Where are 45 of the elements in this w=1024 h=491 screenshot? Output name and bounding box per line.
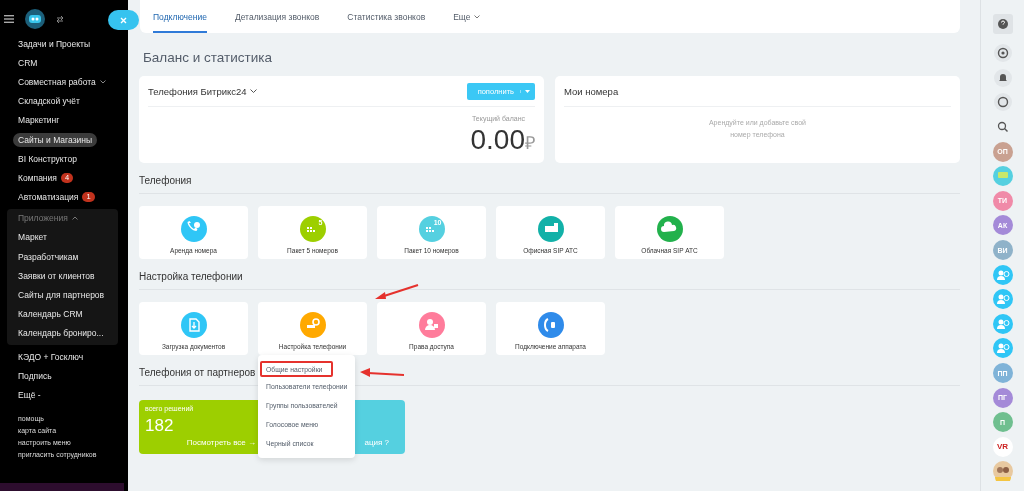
sidebar-item[interactable]: Разработчикам xyxy=(18,249,79,264)
sidebar-item[interactable]: Заявки от клиентов xyxy=(18,268,95,283)
close-icon xyxy=(120,16,127,24)
sidebar-item[interactable]: Автоматизация xyxy=(18,190,79,205)
chevron-down-icon xyxy=(249,88,257,94)
robot-logo-icon xyxy=(24,8,46,30)
annotation-arrow xyxy=(360,368,404,378)
sidebar-item[interactable]: Календарь брониро... xyxy=(18,326,104,341)
provider-dropdown[interactable]: Телефония Битрикс24 xyxy=(148,85,257,97)
tab[interactable]: Детализация звонков xyxy=(234,0,320,33)
sidebar-item[interactable]: Календарь CRM xyxy=(18,307,83,322)
chevron-down-icon xyxy=(474,14,481,19)
menu-icon xyxy=(4,15,14,23)
caret-icon xyxy=(520,89,530,93)
page-title: Баланс и статистика xyxy=(143,50,273,67)
group-header[interactable]: Приложения xyxy=(18,213,68,224)
sidebar-item[interactable]: Подпись xyxy=(18,368,52,383)
sidebar-item[interactable]: Маркетинг xyxy=(18,113,60,128)
logo-avatar[interactable]: VR xyxy=(992,436,1013,457)
chevron-down-icon xyxy=(99,79,106,84)
balance-amount: 0.00 xyxy=(470,124,525,156)
solutions-count: 182 xyxy=(145,416,175,436)
help-icon xyxy=(992,14,1013,34)
currency-sign: ₽ xyxy=(525,133,535,154)
sidebar-item[interactable]: Ещё - xyxy=(18,387,41,402)
annotation-arrow xyxy=(375,284,419,300)
sidebar-item[interactable]: CRM xyxy=(18,55,38,70)
tab[interactable]: Статистика звонков xyxy=(347,0,426,33)
notifications-icon xyxy=(992,67,1013,88)
sidebar-item[interactable]: Компания xyxy=(18,170,57,185)
sidebar-item[interactable]: Складской учёт xyxy=(18,94,80,109)
sidebar-item[interactable]: Сайты для партнеров xyxy=(18,288,105,303)
tab[interactable]: Еще xyxy=(453,0,481,33)
sidebar-item[interactable]: КЭДО + Госключ xyxy=(18,349,84,364)
sidebar-item[interactable]: BI Конструктор xyxy=(18,151,77,166)
tab[interactable]: Подключение xyxy=(153,0,207,33)
section-title: Телефония xyxy=(139,175,960,194)
section-title: Настройка телефонии xyxy=(139,271,960,290)
sidebar-item[interactable]: Маркет xyxy=(18,230,47,245)
card-title: Мои номера xyxy=(564,85,619,97)
sidebar-item[interactable]: Сайты и Магазины xyxy=(13,132,98,147)
close-button[interactable] xyxy=(108,10,139,30)
sidebar-item[interactable]: Задачи и Проекты xyxy=(18,36,91,51)
swap-icon xyxy=(56,15,64,23)
sidebar-item[interactable]: Совместная работа xyxy=(18,74,96,89)
